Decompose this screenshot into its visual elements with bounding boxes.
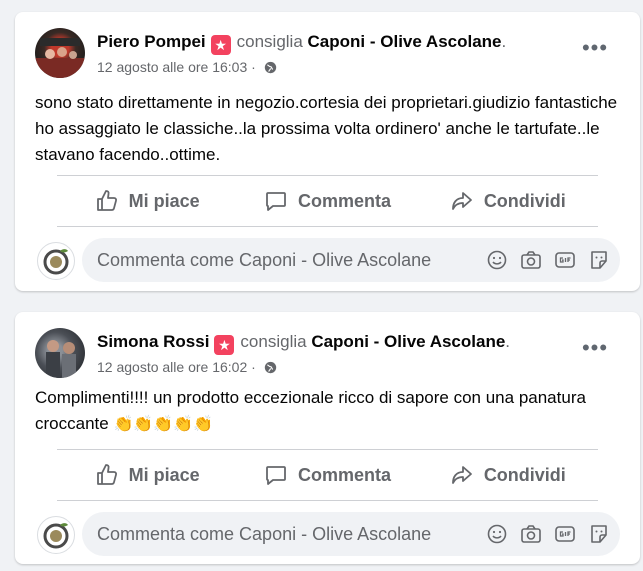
title-period: .: [505, 332, 511, 351]
post-card: Simona Rossi ★ consiglia Caponi - Olive As…: [15, 312, 640, 564]
camera-icon[interactable]: [520, 249, 542, 271]
page-avatar[interactable]: [37, 242, 75, 280]
comment-button[interactable]: Commenta: [237, 181, 417, 221]
page-avatar[interactable]: [37, 516, 75, 554]
meta-separator: ·: [251, 59, 256, 75]
more-options-icon[interactable]: •••: [580, 337, 610, 368]
thumbs-up-icon: [96, 190, 117, 211]
comment-input[interactable]: Commenta come Caponi - Olive Ascolane: [82, 238, 620, 282]
page-name-link[interactable]: Caponi - Olive Ascolane: [308, 32, 502, 51]
share-arrow-icon: [451, 192, 472, 210]
recommend-star-icon: ★: [210, 35, 231, 55]
author-avatar[interactable]: [35, 328, 85, 378]
share-button[interactable]: Condividi: [418, 181, 598, 221]
recommend-verb: consiglia: [236, 32, 303, 51]
gif-icon[interactable]: [554, 249, 576, 271]
like-button[interactable]: Mi piace: [57, 455, 237, 495]
author-name[interactable]: Simona Rossi: [97, 332, 209, 351]
emoji-icon[interactable]: [486, 523, 508, 545]
comment-bubble-icon: [266, 466, 286, 485]
recommend-verb: consiglia: [240, 332, 307, 351]
post-title-line: Piero Pompei ★ consiglia Caponi - Olive As…: [97, 31, 506, 55]
share-button[interactable]: Condividi: [418, 455, 598, 495]
more-options-icon[interactable]: •••: [580, 37, 610, 68]
post-actions: Mi piace Commenta Condividi: [57, 181, 598, 221]
like-label: Mi piace: [128, 464, 200, 485]
divider: [57, 500, 598, 501]
comment-placeholder: Commenta come Caponi - Olive Ascolane: [97, 524, 432, 544]
post-card: Piero Pompei ★ consiglia Caponi - Olive As…: [15, 12, 640, 291]
composer-icons: [486, 249, 610, 271]
comment-composer: Commenta come Caponi - Olive Ascolane: [35, 238, 620, 282]
composer-icons: [486, 523, 610, 545]
clapping-hands-icon: 👏👏👏👏👏: [113, 416, 214, 433]
post-title-line: Simona Rossi ★ consiglia Caponi - Olive As…: [97, 331, 510, 355]
comment-label: Commenta: [297, 464, 391, 485]
comment-input[interactable]: Commenta come Caponi - Olive Ascolane: [82, 512, 620, 556]
comment-placeholder: Commenta come Caponi - Olive Ascolane: [97, 250, 432, 270]
globe-icon: [264, 361, 276, 374]
post-text-block: Complimenti!!!! un prodotto eccezionale …: [35, 385, 620, 438]
post-meta: 12 agosto alle ore 16:03 ·: [97, 58, 277, 76]
author-name[interactable]: Piero Pompei: [97, 32, 206, 51]
sticker-icon[interactable]: [588, 249, 610, 271]
post-header: Simona Rossi ★ consiglia Caponi - Olive As…: [35, 328, 624, 378]
comment-bubble-icon: [266, 192, 286, 211]
gif-icon[interactable]: [554, 523, 576, 545]
title-period: .: [501, 32, 507, 51]
recommend-star-icon: ★: [214, 335, 235, 355]
post-header: Piero Pompei ★ consiglia Caponi - Olive As…: [35, 28, 624, 78]
post-meta: 12 agosto alle ore 16:02 ·: [97, 358, 277, 376]
post-timestamp[interactable]: 12 agosto alle ore 16:02: [97, 359, 247, 375]
post-actions: Mi piace Commenta Condividi: [57, 455, 598, 495]
comment-composer: Commenta come Caponi - Olive Ascolane: [35, 512, 620, 556]
meta-separator: ·: [251, 359, 256, 375]
page-name-link[interactable]: Caponi - Olive Ascolane: [311, 332, 505, 351]
divider: [57, 226, 598, 227]
like-label: Mi piace: [128, 190, 200, 211]
share-arrow-icon: [451, 466, 472, 484]
sticker-icon[interactable]: [588, 523, 610, 545]
thumbs-up-icon: [96, 464, 117, 485]
share-label: Condividi: [483, 464, 566, 485]
emoji-icon[interactable]: [486, 249, 508, 271]
like-button[interactable]: Mi piace: [57, 181, 237, 221]
divider: [57, 175, 598, 176]
share-label: Condividi: [483, 190, 566, 211]
camera-icon[interactable]: [520, 523, 542, 545]
comment-button[interactable]: Commenta: [237, 455, 417, 495]
author-avatar[interactable]: [35, 28, 85, 78]
globe-icon: [264, 61, 276, 74]
comment-label: Commenta: [297, 190, 391, 211]
post-timestamp[interactable]: 12 agosto alle ore 16:03: [97, 59, 247, 75]
post-text: sono stato direttamente in negozio.corte…: [35, 93, 618, 164]
divider: [57, 449, 598, 450]
